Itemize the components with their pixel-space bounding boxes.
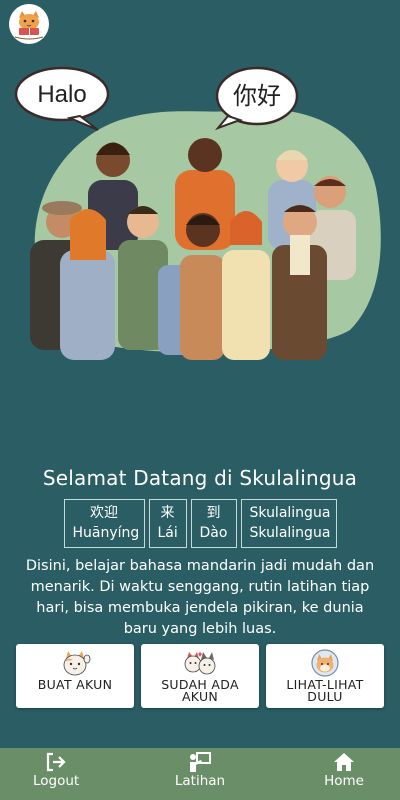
nav-home[interactable]: Home xyxy=(322,752,366,789)
word-pinyin: Lái xyxy=(157,525,178,541)
word-box: Skulalingua Skulalingua xyxy=(240,499,337,548)
bubble-left-text: Halo xyxy=(37,81,86,108)
home-icon xyxy=(334,753,354,771)
nav-home-label: Home xyxy=(324,773,364,789)
teacher-board-icon xyxy=(190,752,211,772)
browse-first-button[interactable]: LIHAT-LIHAT DULU xyxy=(266,644,384,708)
nav-latihan-label: Latihan xyxy=(174,773,226,789)
bottom-navigation: Logout Latihan Home xyxy=(0,748,400,800)
nav-logout[interactable]: Logout xyxy=(33,752,79,789)
word-breakdown: 欢迎 Huānyíng 来 Lái 到 Dào Skulalingua Skul… xyxy=(0,499,400,548)
browse-first-label: LIHAT-LIHAT DULU xyxy=(286,677,364,704)
word-pinyin: Dào xyxy=(199,525,228,541)
have-account-button[interactable]: SUDAH ADA AKUN xyxy=(141,644,259,708)
word-hanzi: 欢迎 xyxy=(90,505,118,521)
speech-bubble-left: Halo xyxy=(14,66,110,131)
word-pinyin: Skulalingua xyxy=(249,525,331,541)
word-hanzi: 到 xyxy=(206,505,221,521)
logout-icon xyxy=(46,752,66,772)
welcome-description: Disini, belajar bahasa mandarin jadi mud… xyxy=(25,558,375,637)
app-logo xyxy=(9,4,49,44)
bubble-right-text: 你好 xyxy=(233,82,281,110)
people-greeting-illustration: Halo 你好 xyxy=(14,66,381,360)
word-pinyin: Huānyíng xyxy=(72,525,140,541)
welcome-title: Selamat Datang di Skulalingua xyxy=(42,466,358,490)
word-hanzi: 来 xyxy=(160,505,175,521)
cat-reading-logo-icon xyxy=(14,11,44,40)
cats-together-icon xyxy=(184,652,216,675)
nav-logout-label: Logout xyxy=(33,773,80,789)
create-account-label: BUAT AKUN xyxy=(37,677,113,692)
create-account-button[interactable]: BUAT AKUN xyxy=(16,644,134,708)
word-hanzi: Skulalingua xyxy=(249,505,331,521)
word-box: 欢迎 Huānyíng xyxy=(63,499,145,548)
have-account-label: SUDAH ADA AKUN xyxy=(161,677,239,704)
word-box: 来 Lái xyxy=(148,499,187,548)
nav-latihan[interactable]: Latihan xyxy=(172,752,228,789)
cat-waving-icon xyxy=(63,651,91,676)
cat-astronaut-icon xyxy=(311,649,339,677)
word-box: 到 Dào xyxy=(190,499,237,548)
